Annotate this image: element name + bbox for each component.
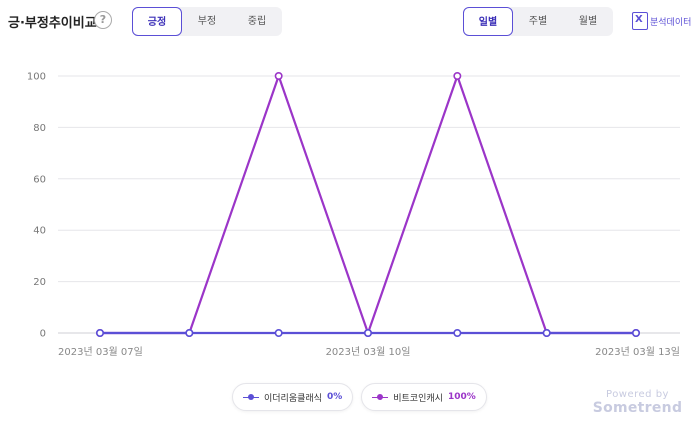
y-tick-label: 0 <box>40 329 46 340</box>
data-point <box>542 328 551 337</box>
line-chart: 020406080100 2023년 03월 07일 2023년 03월 10일 2… <box>27 72 680 358</box>
x-axis-ticks: 2023년 03월 07일 2023년 03월 10일 2023년 03월 13일 <box>58 346 680 358</box>
data-point <box>453 72 462 81</box>
chart-legend: 이더리움클래식 0% 비트코인캐시 100% <box>232 383 487 411</box>
legend-label: 이더리움클래식 <box>264 393 322 404</box>
legend-marker <box>372 393 389 401</box>
data-point <box>631 328 640 337</box>
y-tick-label: 60 <box>33 174 46 185</box>
data-point <box>96 328 105 337</box>
powered-by-logo: Powered by Sometrend <box>590 389 685 416</box>
x-tick-label: 2023년 03월 10일 <box>326 346 411 358</box>
legend-percent: 0% <box>326 392 343 402</box>
sometrend-logo: Sometrend <box>592 400 683 416</box>
data-point <box>274 328 283 337</box>
x-tick-label: 2023년 03월 13일 <box>595 346 680 358</box>
powered-by-text: Powered by <box>606 389 669 400</box>
legend-label: 비트코인캐시 <box>393 393 443 404</box>
data-point <box>363 328 372 337</box>
legend-marker <box>243 393 259 401</box>
data-point <box>453 328 462 337</box>
y-tick-label: 40 <box>33 226 46 237</box>
legend-percent: 100% <box>447 392 476 402</box>
legend-item-bitcoin-cash[interactable]: 비트코인캐시 100% <box>361 383 487 411</box>
chart-series <box>96 72 640 337</box>
y-tick-label: 80 <box>33 123 46 134</box>
x-tick-label: 2023년 03월 07일 <box>58 346 143 358</box>
data-point <box>274 72 283 81</box>
data-point <box>185 328 194 337</box>
chart-grid <box>58 75 680 334</box>
y-tick-label: 20 <box>33 277 46 288</box>
y-axis-ticks: 0 20 40 60 80 100 <box>27 72 46 340</box>
legend-item-ethereum-classic[interactable]: 이더리움클래식 0% <box>232 383 354 411</box>
y-tick-label: 100 <box>27 72 46 83</box>
series-line <box>100 74 636 335</box>
